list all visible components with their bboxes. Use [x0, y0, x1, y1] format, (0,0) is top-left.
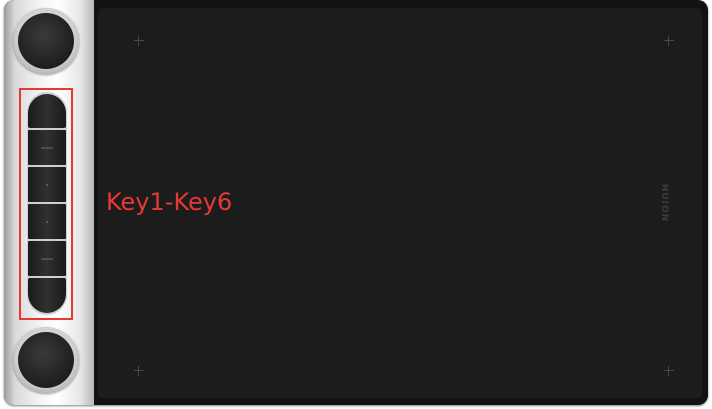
- brand-logo: HUION: [659, 183, 669, 223]
- corner-mark-top-left: [134, 36, 144, 46]
- dial-icon: [18, 332, 74, 388]
- corner-mark-bottom-right: [664, 366, 674, 376]
- top-dial[interactable]: [13, 8, 79, 74]
- corner-mark-top-right: [664, 36, 674, 46]
- keys-annotation-label: Key1-Key6: [106, 188, 233, 216]
- bottom-dial[interactable]: [13, 327, 79, 393]
- keys-highlight-box: [19, 88, 73, 320]
- corner-mark-bottom-left: [134, 366, 144, 376]
- dial-icon: [18, 13, 74, 69]
